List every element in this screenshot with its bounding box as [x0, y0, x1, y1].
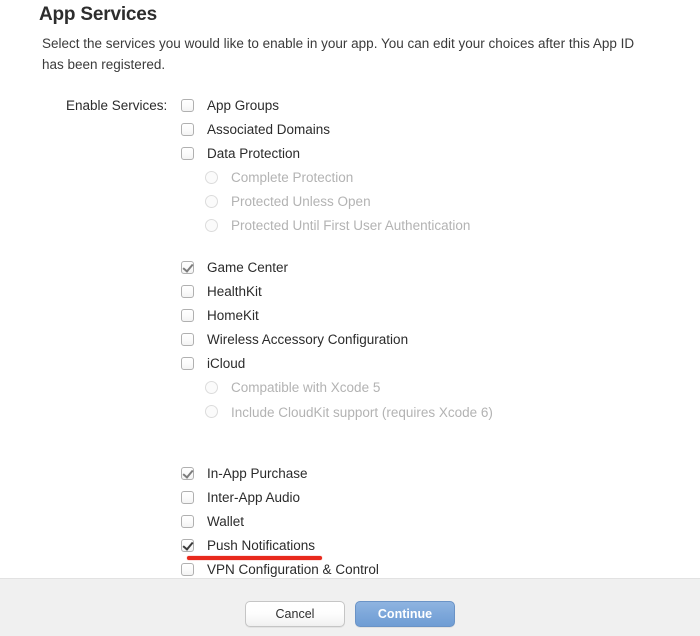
service-option-label: Protected Unless Open: [231, 194, 371, 209]
service-option-label: VPN Configuration & Control: [207, 562, 379, 577]
radio-protected-unless-open: [205, 195, 218, 208]
footer-button-group: Cancel Continue: [0, 601, 700, 627]
cancel-button[interactable]: Cancel: [245, 601, 345, 627]
service-option-label: Complete Protection: [231, 170, 354, 185]
service-option-row[interactable]: Data Protection: [181, 144, 661, 168]
page-description: Select the services you would like to en…: [42, 36, 635, 72]
service-option-label: Data Protection: [207, 146, 301, 161]
service-option-label: HomeKit: [207, 308, 259, 323]
checkbox-homekit[interactable]: [181, 309, 194, 322]
service-option-row: Include CloudKit support (requires Xcode…: [181, 402, 661, 446]
group-separator: [181, 240, 661, 258]
checkbox-vpn-configuration-control[interactable]: [181, 563, 194, 576]
service-option-label: Compatible with Xcode 5: [231, 380, 381, 395]
service-option-row: Protected Until First User Authenticatio…: [181, 216, 661, 240]
service-option-row[interactable]: iCloud: [181, 354, 661, 378]
service-options-list: App Groups Associated Domains Data Protect…: [181, 96, 661, 584]
service-option-label: Wireless Accessory Configuration: [207, 332, 409, 347]
service-option-label: Include CloudKit support (requires Xcode…: [231, 405, 493, 420]
service-option-label: Game Center: [207, 260, 289, 275]
checkbox-healthkit[interactable]: [181, 285, 194, 298]
service-option-row[interactable]: Associated Domains: [181, 120, 661, 144]
checkbox-associated-domains[interactable]: [181, 123, 194, 136]
radio-compatible-with-xcode-5: [205, 381, 218, 394]
service-option-row[interactable]: Wallet: [181, 512, 661, 536]
service-option-label: iCloud: [207, 356, 246, 371]
continue-button[interactable]: Continue: [355, 601, 455, 627]
service-option-row: Complete Protection: [181, 168, 661, 192]
service-option-row[interactable]: HealthKit: [181, 282, 661, 306]
checkbox-wallet[interactable]: [181, 515, 194, 528]
red-underline-annotation: [187, 556, 323, 560]
service-option-label: Protected Until First User Authenticatio…: [231, 218, 471, 233]
service-option-row[interactable]: HomeKit: [181, 306, 661, 330]
service-option-row[interactable]: Wireless Accessory Configuration: [181, 330, 661, 354]
radio-include-cloudkit-support-requires-xcode-6: [205, 405, 218, 418]
service-option-label: App Groups: [207, 98, 280, 113]
page-title: App Services: [39, 4, 157, 25]
service-option-row: Protected Unless Open: [181, 192, 661, 216]
service-option-label: Wallet: [207, 514, 245, 529]
service-option-label: HealthKit: [207, 284, 262, 299]
service-option-row[interactable]: Push Notifications: [181, 536, 661, 560]
service-option-label: Inter-App Audio: [207, 490, 301, 505]
service-option-label: Push Notifications: [207, 538, 316, 553]
checkbox-game-center: [181, 261, 194, 274]
checkbox-inter-app-audio[interactable]: [181, 491, 194, 504]
app-services-panel: App Services Select the services you wou…: [0, 0, 700, 578]
enable-services-label: Enable Services:: [66, 98, 168, 113]
checkbox-push-notifications[interactable]: [181, 539, 194, 552]
radio-complete-protection: [205, 171, 218, 184]
checkbox-data-protection[interactable]: [181, 147, 194, 160]
service-option-row: Game Center: [181, 258, 661, 282]
annotated-label-wrapper: Push Notifications: [187, 536, 323, 560]
service-option-row[interactable]: Inter-App Audio: [181, 488, 661, 512]
service-option-row: In-App Purchase: [181, 464, 661, 488]
checkbox-app-groups[interactable]: [181, 99, 194, 112]
checkbox-wireless-accessory-configuration[interactable]: [181, 333, 194, 346]
checkbox-icloud[interactable]: [181, 357, 194, 370]
service-option-row[interactable]: App Groups: [181, 96, 661, 120]
service-option-label: In-App Purchase: [207, 466, 308, 481]
service-option-label: Associated Domains: [207, 122, 331, 137]
dialog-footer: Cancel Continue: [0, 578, 700, 636]
checkbox-in-app-purchase: [181, 467, 194, 480]
group-separator: [181, 446, 661, 464]
radio-protected-until-first-user-authentication: [205, 219, 218, 232]
service-option-row: Compatible with Xcode 5: [181, 378, 661, 402]
